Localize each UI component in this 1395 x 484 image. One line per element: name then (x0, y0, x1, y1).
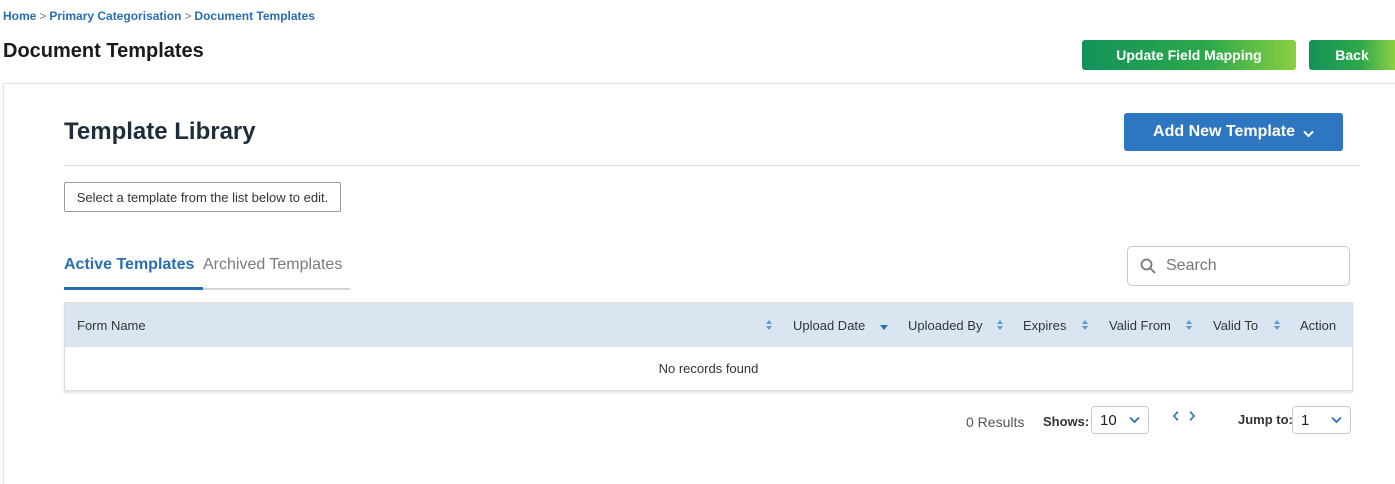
previous-page-icon[interactable] (1172, 410, 1180, 422)
add-new-template-button[interactable]: Add New Template (1124, 113, 1343, 151)
column-header-uploaded-by[interactable]: Uploaded By (908, 303, 982, 347)
page-title: Document Templates (3, 40, 204, 62)
sort-descending-icon[interactable] (879, 303, 889, 347)
sort-icon[interactable] (1185, 303, 1193, 347)
sort-icon[interactable] (765, 303, 773, 347)
divider (64, 165, 1360, 166)
table-header: Form Name Upload Date Uploaded By Expire… (65, 303, 1352, 347)
column-header-action: Action (1300, 317, 1337, 333)
search-box (1127, 246, 1350, 286)
chevron-down-icon (1331, 416, 1342, 424)
column-header-form-name[interactable]: Form Name (77, 303, 146, 347)
shows-label: Shows: (1043, 414, 1090, 429)
jump-to-value: 1 (1301, 411, 1310, 429)
breadcrumb-home[interactable]: Home (3, 9, 36, 23)
tab-archived-templates[interactable]: Archived Templates (203, 256, 342, 274)
next-page-icon[interactable] (1188, 410, 1196, 422)
sort-icon[interactable] (1081, 303, 1089, 347)
active-tab-indicator (64, 287, 203, 290)
sort-icon[interactable] (1273, 303, 1281, 347)
section-title: Template Library (64, 118, 256, 145)
instruction-box: Select a template from the list below to… (64, 182, 341, 212)
jump-to-select[interactable]: 1 (1292, 406, 1351, 434)
page-size-select[interactable]: 10 (1091, 406, 1149, 434)
column-header-valid-to[interactable]: Valid To (1213, 303, 1258, 347)
breadcrumb: Home > Primary Categorisation > Document Tem… (3, 9, 315, 23)
page-size-value: 10 (1100, 411, 1117, 429)
template-library-card: Template Library Add New Template Select… (3, 83, 1395, 484)
sort-icon[interactable] (996, 303, 1004, 347)
search-icon (1140, 258, 1156, 274)
empty-state-message: No records found (658, 361, 759, 376)
add-new-template-label: Add New Template (1153, 123, 1295, 140)
chevron-down-icon (1129, 416, 1140, 424)
jump-to-label: Jump to: (1238, 412, 1293, 427)
column-header-upload-date[interactable]: Upload Date (793, 303, 865, 347)
column-header-expires[interactable]: Expires (1023, 303, 1066, 347)
breadcrumb-document-templates[interactable]: Document Templates (194, 9, 314, 23)
template-tabs: Active Templates Archived Templates (64, 252, 350, 290)
breadcrumb-separator: > (184, 9, 192, 23)
column-header-valid-from[interactable]: Valid From (1109, 303, 1171, 347)
chevron-down-icon (1303, 130, 1314, 137)
search-input[interactable] (1164, 256, 1338, 276)
tab-active-templates[interactable]: Active Templates (64, 256, 194, 274)
breadcrumb-primary-categorisation[interactable]: Primary Categorisation (49, 9, 181, 23)
pagination-arrows (1172, 410, 1196, 422)
back-button[interactable]: Back (1309, 40, 1395, 70)
results-count: 0 Results (966, 414, 1025, 430)
templates-table: Form Name Upload Date Uploaded By Expire… (64, 302, 1353, 391)
update-field-mapping-button[interactable]: Update Field Mapping (1082, 40, 1296, 70)
breadcrumb-separator: > (39, 9, 47, 23)
